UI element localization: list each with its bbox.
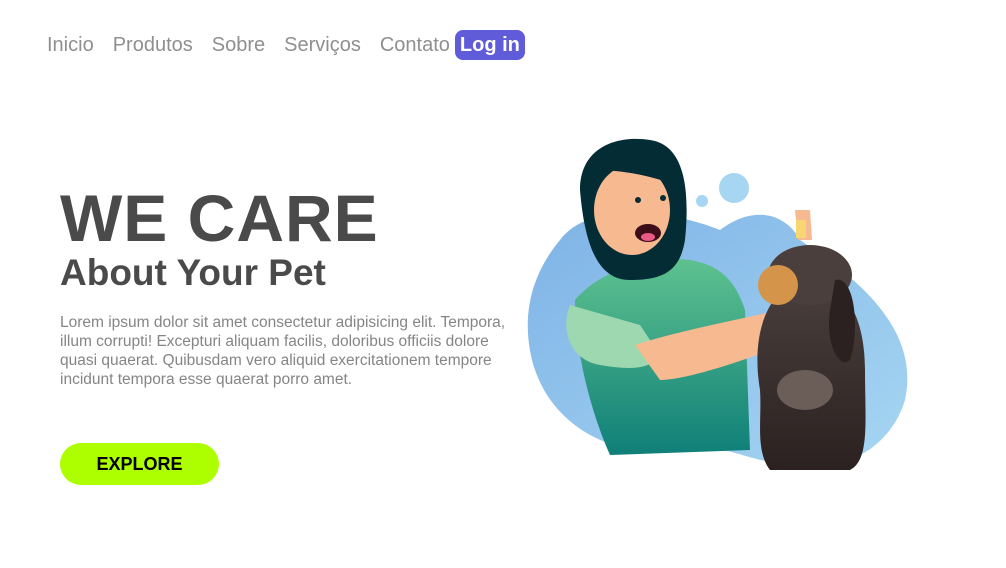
hero-title: WE CARE	[60, 181, 379, 255]
nav-link-produtos[interactable]: Produtos	[113, 30, 193, 60]
nav-link-servicos[interactable]: Serviços	[284, 30, 361, 60]
main-nav: Inicio Produtos Sobre Serviços Contato L…	[47, 30, 544, 60]
explore-button[interactable]: EXPLORE	[60, 443, 219, 485]
hero-description: Lorem ipsum dolor sit amet consectetur a…	[60, 314, 506, 388]
woman-with-dog-illustration	[527, 138, 908, 470]
nav-link-sobre[interactable]: Sobre	[212, 30, 265, 60]
nav-link-contato[interactable]: Contato	[380, 30, 450, 60]
login-button[interactable]: Log in	[454, 30, 525, 60]
nav-link-inicio[interactable]: Inicio	[47, 30, 94, 60]
hero-subtitle: About Your Pet	[60, 252, 326, 293]
